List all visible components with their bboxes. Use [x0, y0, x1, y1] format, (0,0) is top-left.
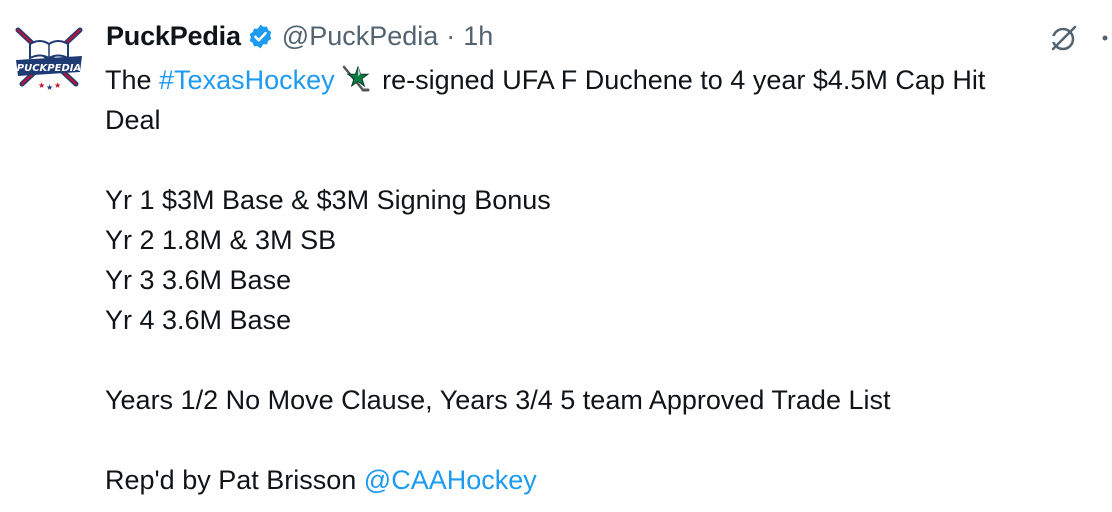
intro-suffix: re-signed UFA F Duchene to 4 year $4.5M …: [374, 65, 986, 95]
separator-dot: ·: [446, 20, 456, 51]
puckpedia-logo-icon: PUCKPEDIA ★ ★ ★: [15, 27, 83, 92]
more-options-icon[interactable]: [1098, 22, 1112, 54]
tweet: PUCKPEDIA ★ ★ ★ PuckPedia @PuckPedia · 1…: [0, 0, 1112, 512]
year-4-line: Yr 4 3.6M Base: [105, 305, 292, 335]
dallas-stars-emoji: [341, 64, 373, 94]
timestamp[interactable]: 1h: [463, 21, 493, 52]
avatar-text: PUCKPEDIA: [17, 63, 81, 74]
hashtag-link[interactable]: #TexasHockey: [159, 65, 335, 95]
mention-link[interactable]: @CAAHockey: [364, 465, 537, 495]
tweet-text: The #TexasHockey re-signed UFA F Duchene…: [105, 60, 1105, 500]
svg-text:★: ★: [38, 81, 45, 90]
clauses-line: Years 1/2 No Move Clause, Years 3/4 5 te…: [105, 385, 891, 415]
intro-prefix: The: [105, 65, 160, 95]
display-name[interactable]: PuckPedia: [106, 21, 241, 52]
verified-badge-icon: [247, 23, 274, 50]
year-2-line: Yr 2 1.8M & 3M SB: [105, 225, 337, 255]
svg-text:★: ★: [54, 81, 61, 90]
grok-icon[interactable]: [1048, 22, 1080, 54]
avatar[interactable]: PUCKPEDIA ★ ★ ★: [10, 22, 88, 100]
rep-prefix: Rep'd by Pat Brisson: [105, 465, 364, 495]
year-3-line: Yr 3 3.6M Base: [105, 265, 292, 295]
handle[interactable]: @PuckPedia: [282, 21, 439, 52]
intro-line: The #TexasHockey re-signed UFA F Duchene…: [105, 60, 1105, 100]
tweet-header: PuckPedia @PuckPedia · 1h: [106, 18, 493, 54]
rep-line: Rep'd by Pat Brisson @CAAHockey: [105, 460, 1105, 500]
year-1-line: Yr 1 $3M Base & $3M Signing Bonus: [105, 185, 551, 215]
tweet-actions: [1048, 20, 1112, 56]
intro-line-2: Deal: [105, 105, 161, 135]
svg-text:★: ★: [46, 83, 53, 92]
